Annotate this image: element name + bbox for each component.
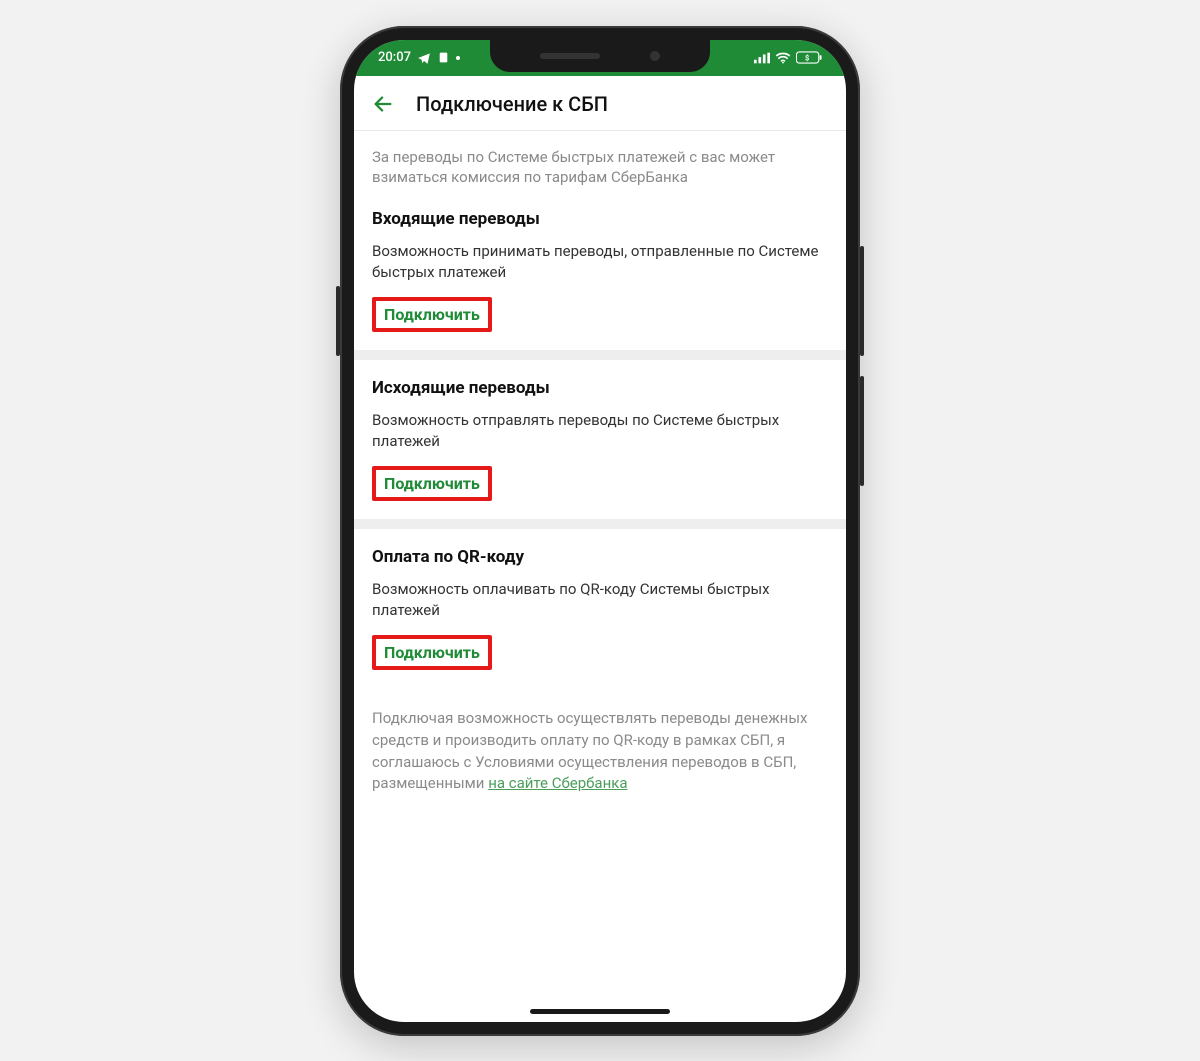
connect-button[interactable]: Подключить xyxy=(384,474,480,493)
battery-icon: $ xyxy=(796,51,822,64)
footer-disclaimer: Подключая возможность осуществлять перев… xyxy=(354,688,846,813)
section-title: Исходящие переводы xyxy=(372,378,828,398)
section-desc: Возможность принимать переводы, отправле… xyxy=(372,241,828,283)
intro-text: За переводы по Системе быстрых платежей … xyxy=(354,131,846,204)
phone-frame: 20:07 $ Подключение к СБП За переводы по… xyxy=(340,26,860,1036)
section-incoming: Входящие переводы Возможность принимать … xyxy=(354,203,846,350)
signal-icon xyxy=(754,52,770,64)
wifi-icon xyxy=(775,52,791,64)
section-outgoing: Исходящие переводы Возможность отправлят… xyxy=(354,360,846,519)
screen: 20:07 $ Подключение к СБП За переводы по… xyxy=(354,40,846,1022)
doc-icon xyxy=(437,51,450,64)
content: За переводы по Системе быстрых платежей … xyxy=(354,131,846,814)
connect-button[interactable]: Подключить xyxy=(384,643,480,662)
page-title: Подключение к СБП xyxy=(416,92,608,116)
divider xyxy=(354,350,846,360)
section-qr: Оплата по QR-коду Возможность оплачивать… xyxy=(354,529,846,688)
section-title: Оплата по QR-коду xyxy=(372,547,828,567)
highlight-box: Подключить xyxy=(372,635,492,670)
highlight-box: Подключить xyxy=(372,297,492,332)
highlight-box: Подключить xyxy=(372,466,492,501)
section-desc: Возможность оплачивать по QR-коду Систем… xyxy=(372,579,828,621)
home-indicator[interactable] xyxy=(530,1009,670,1014)
status-time: 20:07 xyxy=(378,50,411,65)
section-title: Входящие переводы xyxy=(372,209,828,229)
dot-icon xyxy=(456,56,460,60)
connect-button[interactable]: Подключить xyxy=(384,305,480,324)
back-icon[interactable] xyxy=(372,93,394,115)
svg-text:$: $ xyxy=(805,53,809,62)
section-desc: Возможность отправлять переводы по Систе… xyxy=(372,410,828,452)
telegram-icon xyxy=(417,51,431,65)
footer-link[interactable]: на сайте Сбербанка xyxy=(488,774,627,792)
divider xyxy=(354,519,846,529)
notch xyxy=(490,40,710,72)
app-header: Подключение к СБП xyxy=(354,76,846,131)
